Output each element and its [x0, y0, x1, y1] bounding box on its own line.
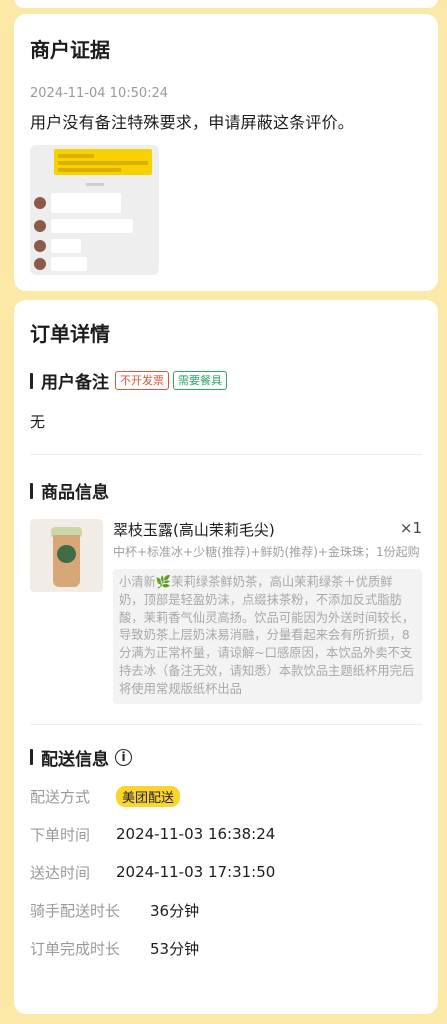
evidence-timestamp: 2024-11-04 10:50:24 — [30, 86, 169, 101]
chat-avatar — [34, 197, 46, 209]
goods-info: 翠枝玉露(高山茉莉毛尖) ×1 中杯+标准冰+少糖(推荐)+鲜奶(推荐)+金珠珠… — [113, 519, 422, 704]
chat-bubble — [51, 239, 81, 253]
remark-section-header: 用户备注 不开发票 需要餐具 — [30, 368, 422, 393]
goods-section-header: 商品信息 — [30, 478, 422, 503]
product-quantity: ×1 — [399, 519, 422, 537]
order-detail-card: 订单详情 用户备注 不开发票 需要餐具 无 商品信息 翠枝玉露(高山茉莉毛尖) … — [14, 300, 438, 1014]
product-spec: 中杯+标准冰+少糖(推荐)+鲜奶(推荐)+金珠珠；1份起购 — [113, 545, 420, 559]
delivery-method-label: 配送方式 — [30, 787, 91, 806]
delivered-time-row: 送达时间 2024-11-03 17:31:50 — [30, 862, 422, 883]
divider — [30, 723, 422, 725]
rider-duration-value: 36分钟 — [150, 901, 200, 920]
chat-highlight-bubble — [54, 149, 152, 175]
chat-avatar — [34, 258, 46, 270]
rider-duration-row: 骑手配送时长 36分钟 — [30, 900, 422, 921]
chat-bubble — [51, 219, 133, 233]
delivery-section-header: 配送信息 i — [30, 745, 422, 770]
divider — [30, 454, 422, 455]
chat-bubble — [51, 257, 87, 271]
order-time-row: 下单时间 2024-11-03 16:38:24 — [30, 824, 422, 845]
chat-message — [34, 257, 87, 271]
goods-item: 翠枝玉露(高山茉莉毛尖) ×1 中杯+标准冰+少糖(推荐)+鲜奶(推荐)+金珠珠… — [30, 519, 422, 704]
chat-avatar — [34, 240, 46, 252]
section-marker — [30, 749, 33, 766]
cup-logo — [57, 545, 76, 563]
chat-message — [34, 193, 121, 213]
merchant-evidence-title: 商户证据 — [30, 38, 110, 62]
chat-avatar — [34, 220, 46, 232]
order-complete-duration-value: 53分钟 — [150, 939, 200, 958]
product-description: 小清新🌿茉莉绿茶鲜奶茶，高山茉莉绿茶＋优质鲜奶，顶部是轻盈奶沫，点缀抹茶粉，不添… — [113, 569, 422, 704]
rider-duration-label: 骑手配送时长 — [30, 901, 121, 920]
goods-title-row: 翠枝玉露(高山茉莉毛尖) ×1 — [113, 519, 422, 540]
order-time-label: 下单时间 — [30, 825, 91, 844]
chat-message — [34, 239, 81, 253]
chat-bubble — [51, 193, 121, 213]
delivery-method-badge: 美团配送 — [116, 785, 181, 807]
section-marker — [30, 372, 33, 389]
chat-message — [34, 219, 133, 233]
order-complete-duration-row: 订单完成时长 53分钟 — [30, 938, 422, 959]
remark-value: 无 — [30, 413, 46, 431]
previous-card-edge — [14, 0, 438, 8]
merchant-evidence-card: 商户证据 2024-11-04 10:50:24 用户没有备注特殊要求，申请屏蔽… — [14, 14, 438, 291]
remark-section-title: 用户备注 — [41, 373, 109, 393]
section-marker — [30, 482, 33, 499]
product-image[interactable] — [30, 519, 103, 592]
delivery-method-row: 配送方式 美团配送 — [30, 785, 422, 807]
delivered-time-value: 2024-11-03 17:31:50 — [116, 863, 276, 882]
chat-time-divider — [86, 183, 104, 186]
order-detail-title: 订单详情 — [30, 322, 110, 346]
order-time-value: 2024-11-03 16:38:24 — [116, 825, 276, 844]
product-name: 翠枝玉露(高山茉莉毛尖) — [113, 521, 275, 539]
order-complete-duration-label: 订单完成时长 — [30, 939, 121, 958]
info-circle-icon[interactable]: i — [115, 748, 132, 766]
goods-section-title: 商品信息 — [41, 483, 109, 503]
no-invoice-tag: 不开发票 — [115, 371, 169, 390]
delivery-section-title: 配送信息 — [41, 749, 109, 770]
evidence-chat-screenshot[interactable] — [30, 145, 159, 275]
delivered-time-label: 送达时间 — [30, 863, 91, 882]
need-utensils-tag: 需要餐具 — [173, 371, 227, 390]
evidence-text: 用户没有备注特殊要求，申请屏蔽这条评价。 — [30, 113, 355, 132]
